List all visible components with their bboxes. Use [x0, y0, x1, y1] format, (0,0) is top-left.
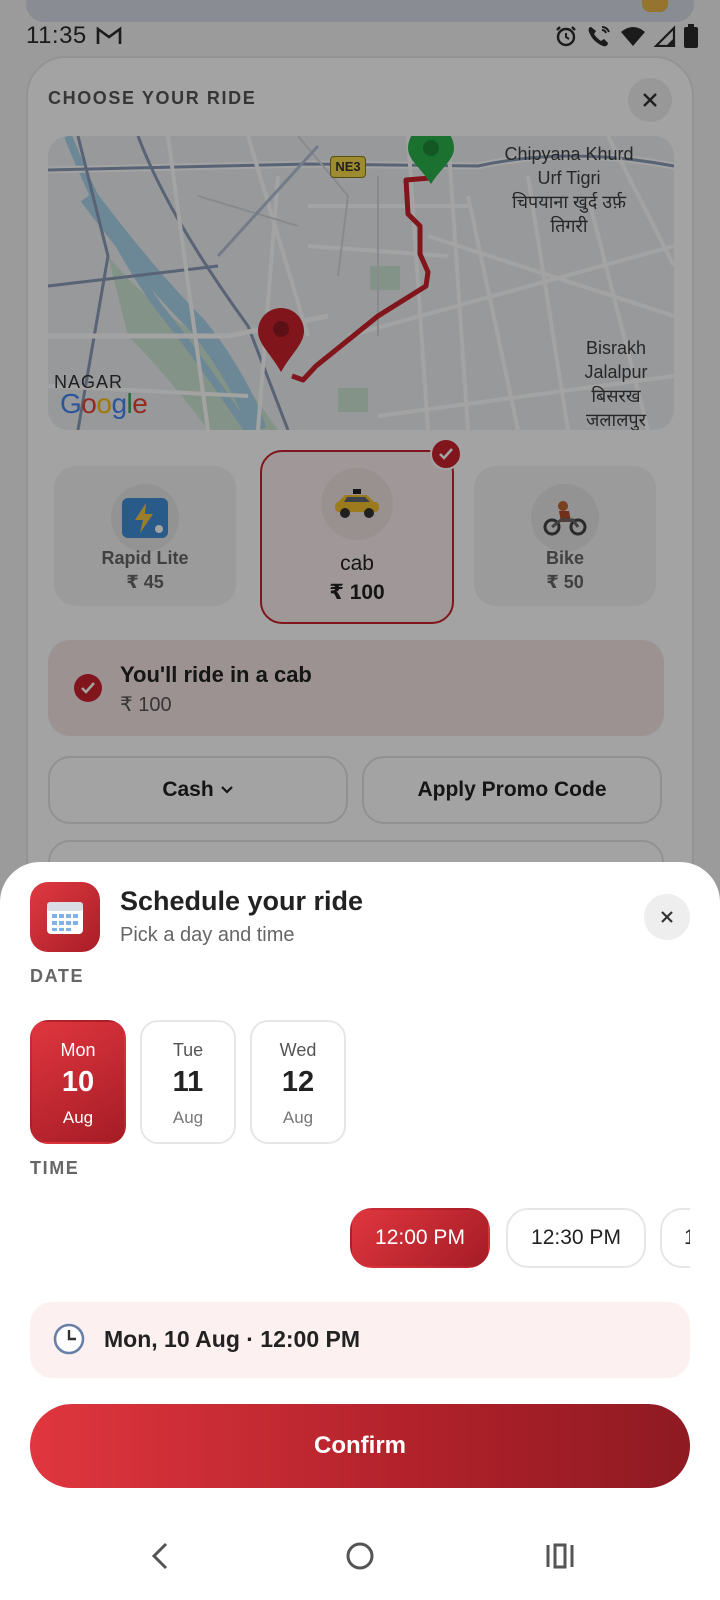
clock-icon	[53, 1323, 85, 1355]
nav-home-button[interactable]	[330, 1526, 390, 1586]
close-icon	[661, 911, 673, 923]
sheet-subtitle: Pick a day and time	[120, 924, 295, 946]
recents-icon	[546, 1543, 574, 1569]
date-month: Aug	[282, 1108, 314, 1127]
schedule-summary-text: Mon, 10 Aug · 12:00 PM	[104, 1326, 361, 1352]
time-slot-scroller[interactable]: 12:00 PM 12:30 PM 1	[0, 1208, 690, 1270]
date-day: Mon	[60, 1040, 96, 1060]
time-section-label: TIME	[30, 1158, 80, 1178]
time-slot-1200pm[interactable]: 12:00 PM	[350, 1208, 490, 1268]
date-section-label: DATE	[30, 966, 85, 986]
date-number: 10	[61, 1066, 95, 1098]
system-nav-bar	[0, 1508, 720, 1600]
date-day: Wed	[279, 1040, 317, 1060]
sheet-title: Schedule your ride	[120, 886, 364, 916]
date-month: Aug	[62, 1108, 94, 1127]
back-icon	[151, 1542, 168, 1570]
schedule-sheet: Schedule your ride Pick a day and time D…	[0, 862, 720, 1600]
date-month: Aug	[172, 1108, 204, 1127]
nav-recents-button[interactable]	[530, 1526, 590, 1586]
date-option-tue-11[interactable]: Tue 11 Aug	[140, 1020, 236, 1144]
date-number: 11	[172, 1066, 204, 1098]
date-option-wed-12[interactable]: Wed 12 Aug	[250, 1020, 346, 1144]
sheet-close-button[interactable]	[644, 894, 690, 940]
date-number: 12	[281, 1066, 315, 1098]
date-day: Tue	[172, 1040, 204, 1060]
nav-back-button[interactable]	[130, 1526, 190, 1586]
calendar-icon	[30, 882, 100, 952]
home-icon	[346, 1542, 374, 1570]
schedule-summary: Mon, 10 Aug · 12:00 PM	[30, 1302, 690, 1378]
time-slot-next[interactable]: 1	[660, 1208, 690, 1268]
confirm-button[interactable]: Confirm	[30, 1404, 690, 1488]
date-option-mon-10[interactable]: Mon 10 Aug	[30, 1020, 126, 1144]
time-slot-1230pm[interactable]: 12:30 PM	[506, 1208, 646, 1268]
